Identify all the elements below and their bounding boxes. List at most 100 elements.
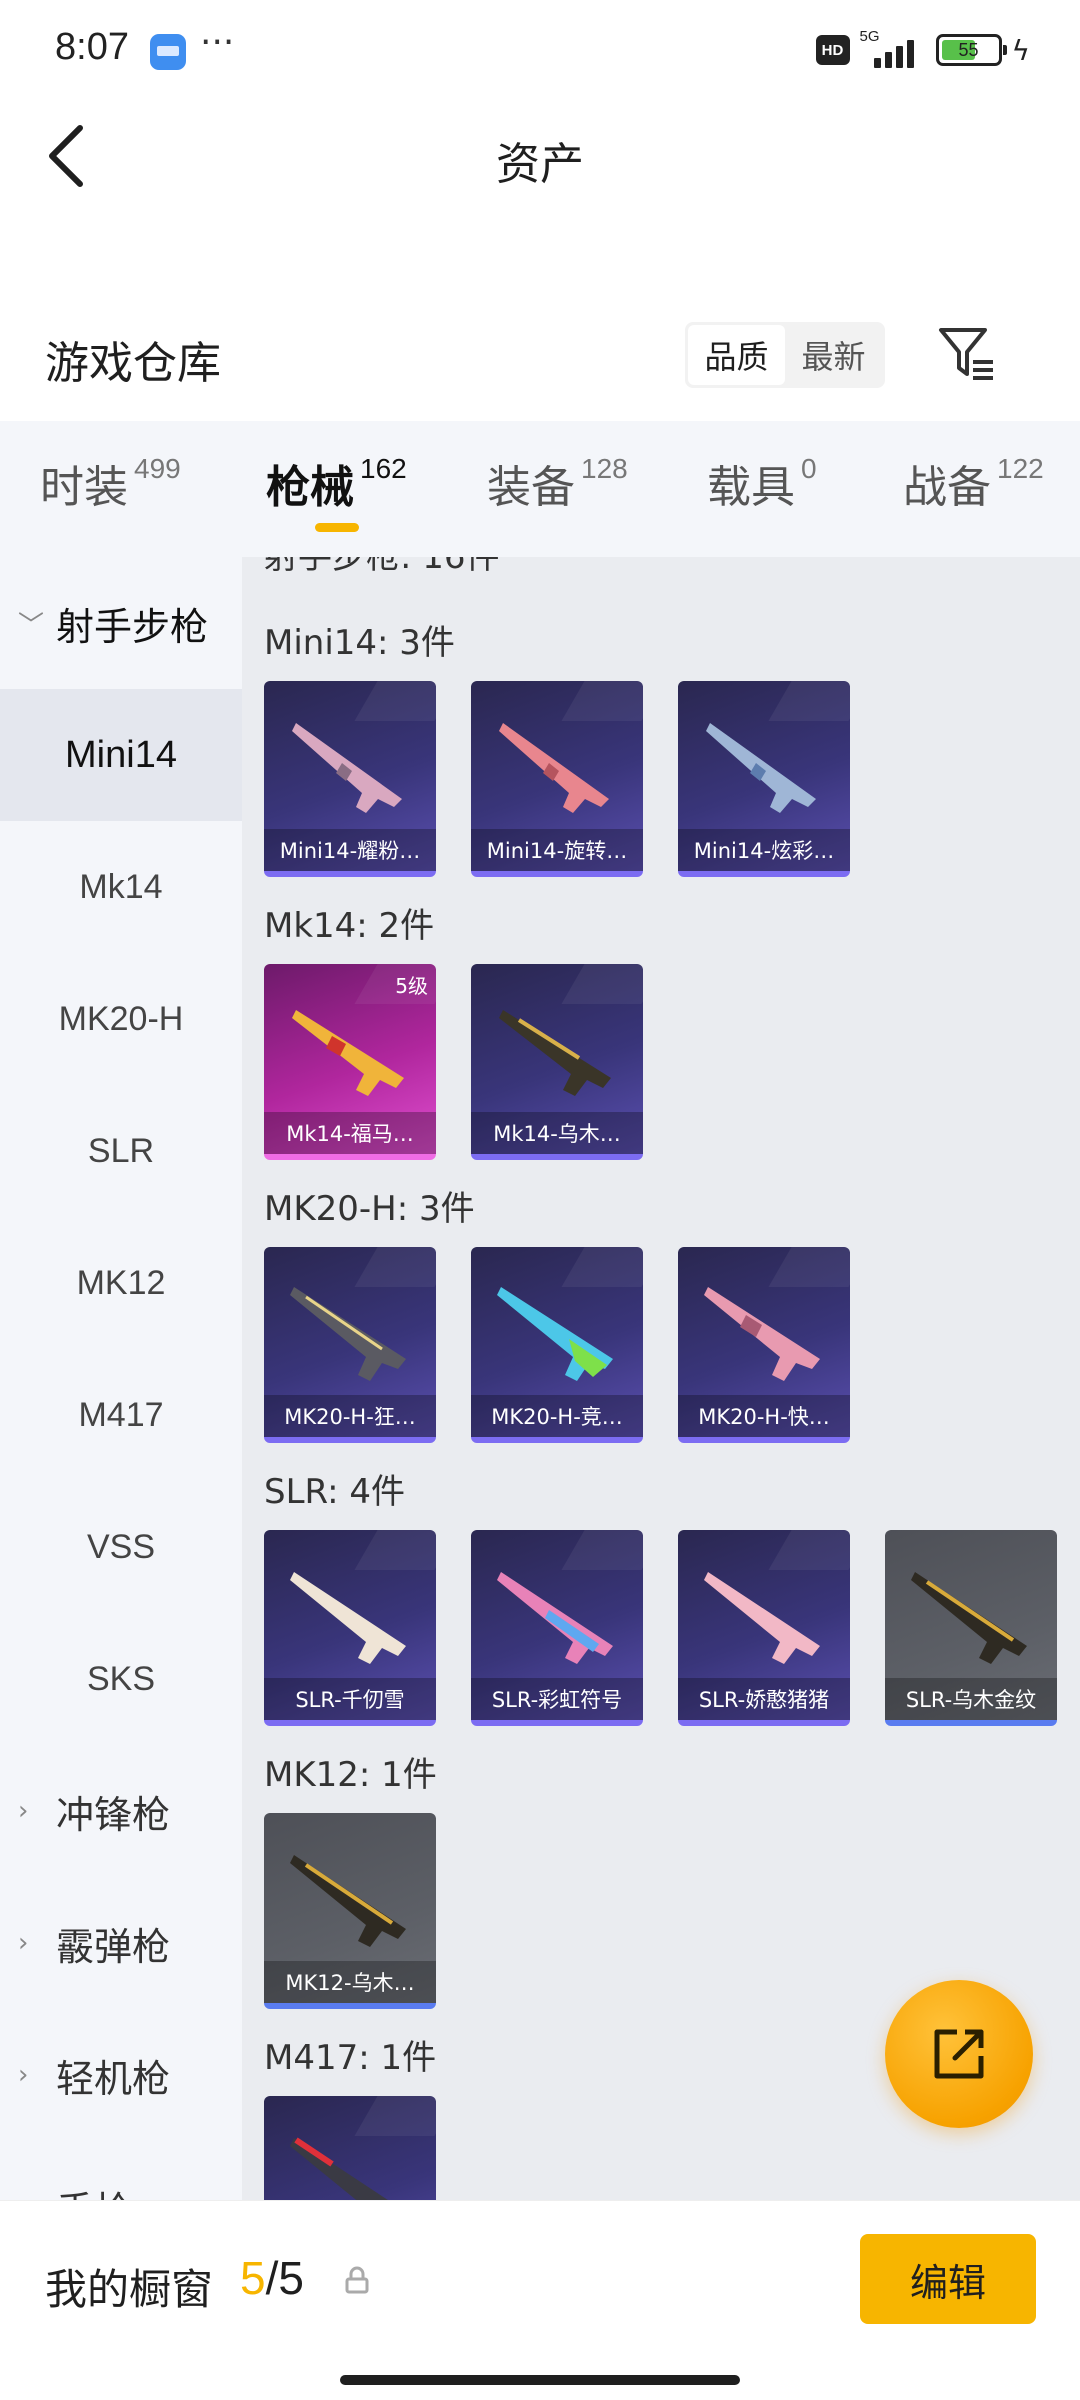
- weapon-name: Mini14-炫彩…: [678, 829, 850, 871]
- sidebar-item-vss[interactable]: VSS: [0, 1481, 242, 1613]
- rifle-icon: [497, 1287, 613, 1381]
- weapon-card[interactable]: SLR-彩虹符号: [471, 1530, 643, 1726]
- bottom-bar: 我的橱窗 5/5 编辑: [0, 2200, 1080, 2400]
- weapon-name: SLR-彩虹符号: [471, 1678, 643, 1720]
- weapon-card[interactable]: Mini14-耀粉…: [264, 681, 436, 877]
- tab-count: 162: [360, 453, 407, 484]
- weapon-card[interactable]: 5级 Mk14-福马…: [264, 964, 436, 1160]
- tab-equipment[interactable]: 装备 128: [487, 451, 628, 515]
- inventory-grid: 射手步枪: 16件 Mini14: 3件 Mini14-耀粉… Mini14-旋…: [242, 557, 1080, 2200]
- battery-level: 55: [958, 39, 979, 60]
- weapon-name: Mini14-旋转…: [471, 829, 643, 871]
- weapon-name: Mk14-乌木…: [471, 1112, 643, 1154]
- group-header-mk12: MK12: 1件: [264, 1755, 437, 1795]
- hd-icon: HD: [815, 35, 850, 65]
- more-notifications-icon: ···: [200, 22, 235, 63]
- sort-newest-button[interactable]: 最新: [785, 325, 882, 385]
- sidebar-group-label: 霰弹枪: [56, 1924, 171, 1969]
- weapon-name: SLR-娇憨猪猪: [678, 1678, 850, 1720]
- share-button[interactable]: [885, 1980, 1033, 2128]
- rifle-icon: [290, 2137, 388, 2200]
- tab-guns[interactable]: 枪械 162: [266, 451, 407, 515]
- sidebar-group-smg[interactable]: › 冲锋枪: [0, 1745, 242, 1877]
- tab-count: 0: [801, 453, 817, 484]
- showcase-label: 我的橱窗: [45, 2265, 214, 2314]
- sidebar-item-mk14[interactable]: Mk14: [0, 821, 242, 953]
- tab-fashion[interactable]: 时装 499: [40, 451, 181, 515]
- group-header-mk14: Mk14: 2件: [264, 906, 435, 946]
- category-header: 射手步枪: 16件: [264, 557, 500, 577]
- status-time: 8:07: [55, 26, 129, 68]
- weapon-card[interactable]: [264, 2096, 436, 2200]
- chevron-down-icon: ﹀: [18, 610, 45, 641]
- tab-vehicles[interactable]: 载具 0: [707, 451, 817, 515]
- sidebar-group-label: 射手步枪: [56, 604, 209, 649]
- tab-count: 499: [134, 453, 181, 484]
- sidebar-group-shotgun[interactable]: › 霰弹枪: [0, 1877, 242, 2009]
- level-badge: 5级: [395, 974, 428, 998]
- weapon-card[interactable]: SLR-千仞雪: [264, 1530, 436, 1726]
- battery-icon: 55: [935, 34, 1007, 66]
- sidebar-group-pistol[interactable]: › 手枪: [0, 2141, 242, 2201]
- weapon-card[interactable]: Mk14-乌木…: [471, 964, 643, 1160]
- rifle-icon: [704, 1287, 820, 1381]
- weapon-card[interactable]: MK20-H-快…: [678, 1247, 850, 1443]
- sidebar-group-label: 轻机枪: [56, 2056, 171, 2101]
- tab-label: 载具: [707, 462, 795, 513]
- showcase-separator: /: [265, 2252, 279, 2304]
- chevron-right-icon: ›: [18, 2060, 29, 2090]
- sidebar-group-marksman-rifle[interactable]: ﹀ 射手步枪: [0, 557, 242, 689]
- sidebar-item-slr[interactable]: SLR: [0, 1085, 242, 1217]
- chevron-right-icon: ›: [18, 1796, 29, 1826]
- weapon-card[interactable]: MK20-H-竞…: [471, 1247, 643, 1443]
- category-tabs: 时装 499 枪械 162 装备 128 载具 0 战备 122: [0, 421, 1080, 557]
- showcase-current: 5: [240, 2252, 266, 2304]
- chevron-right-icon: ›: [18, 1928, 29, 1958]
- rifle-icon: [704, 1572, 820, 1664]
- notification-app-icon: [150, 34, 186, 70]
- weapon-card[interactable]: SLR-娇憨猪猪: [678, 1530, 850, 1726]
- weapon-name: MK20-H-竞…: [471, 1395, 643, 1437]
- page-title: 资产: [496, 139, 584, 190]
- rifle-icon: [290, 1855, 406, 1947]
- rifle-icon: [911, 1572, 1027, 1664]
- share-icon: [934, 2029, 984, 2079]
- weapon-name: MK20-H-狂…: [264, 1395, 436, 1437]
- tab-count: 122: [997, 453, 1044, 484]
- active-tab-indicator: [315, 523, 359, 532]
- status-bar: 8:07 ··· HD 5G 55 ϟ: [0, 0, 1080, 100]
- edit-button[interactable]: 编辑: [860, 2234, 1036, 2324]
- showcase-max: 5: [278, 2252, 304, 2304]
- rifle-icon: [292, 1010, 404, 1096]
- weapon-card[interactable]: SLR-乌木金纹: [885, 1530, 1057, 1726]
- charging-icon: ϟ: [1011, 33, 1030, 67]
- sidebar-group-lmg[interactable]: › 轻机枪: [0, 2009, 242, 2141]
- weapon-card[interactable]: MK12-乌木…: [264, 1813, 436, 2009]
- tab-label: 枪械: [266, 462, 354, 513]
- sidebar-item-mini14[interactable]: Mini14: [0, 689, 242, 821]
- weapon-name: MK20-H-快…: [678, 1395, 850, 1437]
- showcase-count: 5/5: [240, 2251, 304, 2305]
- weapon-name: MK12-乌木…: [264, 1961, 436, 2003]
- weapon-name: SLR-乌木金纹: [885, 1678, 1057, 1720]
- sidebar-item-m417[interactable]: M417: [0, 1349, 242, 1481]
- sidebar-item-sks[interactable]: SKS: [0, 1613, 242, 1745]
- weapon-card[interactable]: Mini14-炫彩…: [678, 681, 850, 877]
- weapon-name: Mk14-福马…: [264, 1112, 436, 1154]
- tab-count: 128: [581, 453, 628, 484]
- weapon-card[interactable]: Mini14-旋转…: [471, 681, 643, 877]
- rifle-icon: [706, 723, 816, 813]
- group-header-mini14: Mini14: 3件: [264, 623, 455, 663]
- sidebar-group-label: 冲锋枪: [56, 1792, 171, 1837]
- group-header-m417: M417: 1件: [264, 2038, 437, 2078]
- sidebar-item-mk20h[interactable]: MK20-H: [0, 953, 242, 1085]
- home-indicator[interactable]: [340, 2375, 740, 2385]
- filter-icon[interactable]: [935, 322, 997, 384]
- tab-gear[interactable]: 战备 122: [903, 451, 1044, 515]
- rifle-icon: [292, 723, 402, 813]
- group-header-slr: SLR: 4件: [264, 1472, 405, 1512]
- sort-quality-button[interactable]: 品质: [688, 325, 785, 385]
- rifle-icon: [290, 1572, 406, 1664]
- sidebar-item-mk12[interactable]: MK12: [0, 1217, 242, 1349]
- weapon-card[interactable]: MK20-H-狂…: [264, 1247, 436, 1443]
